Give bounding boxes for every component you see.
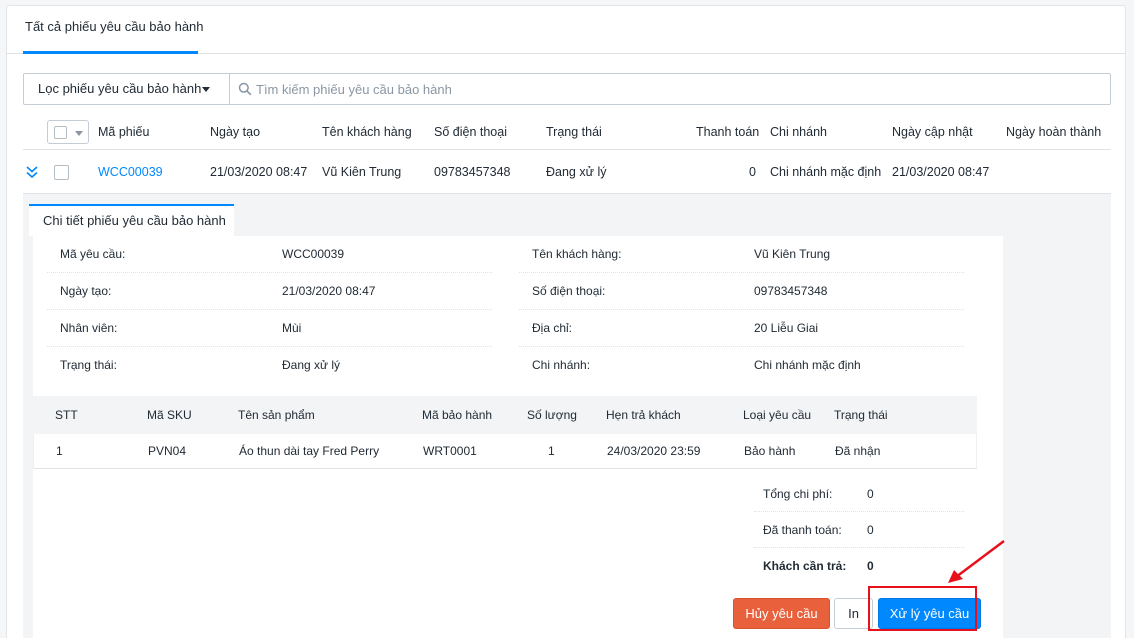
active-tab-indicator bbox=[23, 51, 198, 54]
summary-total-cost: Tổng chi phí: 0 bbox=[754, 476, 964, 512]
item-qty: 1 bbox=[548, 444, 555, 458]
column-header-customer[interactable]: Tên khách hàng bbox=[322, 114, 412, 150]
cancel-request-button[interactable]: Hủy yêu cầu bbox=[733, 598, 830, 629]
caret-down-icon bbox=[202, 87, 210, 92]
info-value: Chi nhánh mặc định bbox=[754, 358, 861, 372]
request-code-link[interactable]: WCC00039 bbox=[282, 236, 344, 273]
summary-paid: Đã thanh toán: 0 bbox=[754, 512, 964, 548]
info-label: Địa chỉ: bbox=[532, 321, 573, 335]
summary-label: Đã thanh toán: bbox=[763, 523, 842, 537]
summary-label: Tổng chi phí: bbox=[763, 487, 833, 501]
info-value: 20 Liễu Giai bbox=[754, 321, 819, 335]
info-value: Đang xử lý bbox=[282, 358, 341, 372]
info-value: 09783457348 bbox=[754, 284, 828, 298]
items-col-stt: STT bbox=[55, 408, 78, 422]
info-row-branch: Chi nhánh: Chi nhánh mặc định bbox=[519, 347, 964, 384]
info-row-customer: Tên khách hàng: Vũ Kiên Trung bbox=[519, 236, 964, 273]
search-input[interactable] bbox=[256, 77, 1096, 101]
table-header: Mã phiếu Ngày tạo Tên khách hàng Số điện… bbox=[23, 114, 1111, 150]
tab-bar: Tất cả phiếu yêu cầu bảo hành bbox=[7, 6, 1125, 54]
column-header-completed[interactable]: Ngày hoàn thành bbox=[1006, 114, 1101, 150]
column-header-payment[interactable]: Thanh toán bbox=[696, 114, 759, 150]
info-row-address: Địa chỉ: 20 Liễu Giai bbox=[519, 310, 964, 347]
filter-dropdown-button[interactable]: Lọc phiếu yêu cầu bảo hành bbox=[24, 74, 230, 104]
info-row-request-code: Mã yêu cầu: WCC00039 bbox=[47, 236, 492, 273]
column-header-status[interactable]: Trạng thái bbox=[546, 114, 602, 150]
cell-status: Đang xử lý bbox=[546, 165, 607, 179]
cell-branch: Chi nhánh mặc định bbox=[770, 165, 882, 179]
item-type: Bảo hành bbox=[744, 444, 796, 458]
column-header-phone[interactable]: Số điện thoại bbox=[434, 114, 507, 150]
cell-customer: Vũ Kiên Trung bbox=[322, 165, 402, 179]
cell-phone: 09783457348 bbox=[434, 165, 511, 179]
items-table-header: STT Mã SKU Tên sản phẩm Mã bảo hành Số l… bbox=[33, 396, 977, 434]
cell-created: 21/03/2020 08:47 bbox=[210, 165, 308, 179]
chevron-double-down-icon[interactable] bbox=[25, 164, 39, 180]
info-label: Tên khách hàng: bbox=[532, 247, 622, 261]
column-header-code[interactable]: Mã phiếu bbox=[98, 114, 149, 150]
request-code-link[interactable]: WCC00039 bbox=[98, 150, 163, 194]
info-value: 21/03/2020 08:47 bbox=[282, 284, 376, 298]
item-warranty-code-link[interactable]: WRT0001 bbox=[423, 434, 477, 469]
summary-amount-due: Khách cần trả: 0 bbox=[754, 548, 964, 584]
info-row-created: Ngày tạo: 21/03/2020 08:47 bbox=[47, 273, 492, 310]
summary-label: Khách cần trả: bbox=[763, 559, 847, 573]
bulk-select-dropdown[interactable] bbox=[47, 120, 89, 144]
item-stt: 1 bbox=[56, 444, 63, 458]
info-value: Mùi bbox=[282, 321, 302, 335]
summary-value: 0 bbox=[867, 523, 874, 537]
cell-payment: 0 bbox=[749, 165, 756, 179]
request-detail-content: Mã yêu cầu: WCC00039 Ngày tạo: 21/03/202… bbox=[33, 236, 1003, 638]
select-all-checkbox[interactable] bbox=[54, 126, 67, 139]
items-col-product: Tên sản phẩm bbox=[238, 408, 315, 422]
tab-all-warranty-requests[interactable]: Tất cả phiếu yêu cầu bảo hành bbox=[23, 6, 206, 54]
summary-value: 0 bbox=[867, 559, 874, 573]
filter-dropdown-label: Lọc phiếu yêu cầu bảo hành bbox=[38, 81, 202, 96]
info-row-staff: Nhân viên: Mùi bbox=[47, 310, 492, 347]
item-status: Đã nhận bbox=[835, 444, 881, 458]
info-row-phone: Số điện thoại: 09783457348 bbox=[519, 273, 964, 310]
item-return-date: 24/03/2020 23:59 bbox=[607, 444, 701, 458]
search-icon bbox=[238, 82, 252, 96]
info-label: Nhân viên: bbox=[60, 321, 118, 335]
items-col-return-date: Hẹn trả khách bbox=[606, 408, 681, 422]
item-sku-link[interactable]: PVN04 bbox=[148, 434, 186, 469]
filter-search-bar: Lọc phiếu yêu cầu bảo hành bbox=[23, 73, 1111, 105]
caret-down-icon bbox=[75, 131, 83, 136]
tab-request-detail[interactable]: Chi tiết phiếu yêu cầu bảo hành bbox=[29, 204, 234, 236]
info-label: Ngày tạo: bbox=[60, 284, 112, 298]
items-col-sku: Mã SKU bbox=[147, 408, 192, 422]
annotation-highlight-box bbox=[868, 586, 977, 631]
table-row[interactable]: WCC00039 21/03/2020 08:47 Vũ Kiên Trung … bbox=[23, 150, 1111, 194]
items-table-row: 1 PVN04 Áo thun dài tay Fred Perry WRT00… bbox=[33, 434, 977, 469]
row-checkbox[interactable] bbox=[54, 165, 69, 180]
column-header-branch[interactable]: Chi nhánh bbox=[770, 114, 827, 150]
info-row-status: Trạng thái: Đang xử lý bbox=[47, 347, 492, 384]
annotation-arrow-icon bbox=[948, 540, 1005, 583]
summary-value: 0 bbox=[867, 487, 874, 501]
items-col-warranty-code: Mã bảo hành bbox=[422, 408, 493, 422]
item-product-name: Áo thun dài tay Fred Perry bbox=[239, 444, 380, 458]
column-header-created[interactable]: Ngày tạo bbox=[210, 114, 260, 150]
customer-name-link[interactable]: Vũ Kiên Trung bbox=[754, 236, 830, 273]
column-header-updated[interactable]: Ngày cập nhật bbox=[892, 114, 973, 150]
items-col-type: Loại yêu cầu bbox=[743, 408, 812, 422]
info-label: Trạng thái: bbox=[60, 358, 117, 372]
items-col-status: Trạng thái bbox=[834, 408, 888, 422]
info-label: Số điện thoại: bbox=[532, 284, 606, 298]
info-label: Mã yêu cầu: bbox=[60, 247, 126, 261]
items-col-qty: Số lượng bbox=[527, 408, 577, 422]
info-label: Chi nhánh: bbox=[532, 358, 591, 372]
cell-updated: 21/03/2020 08:47 bbox=[892, 165, 990, 179]
